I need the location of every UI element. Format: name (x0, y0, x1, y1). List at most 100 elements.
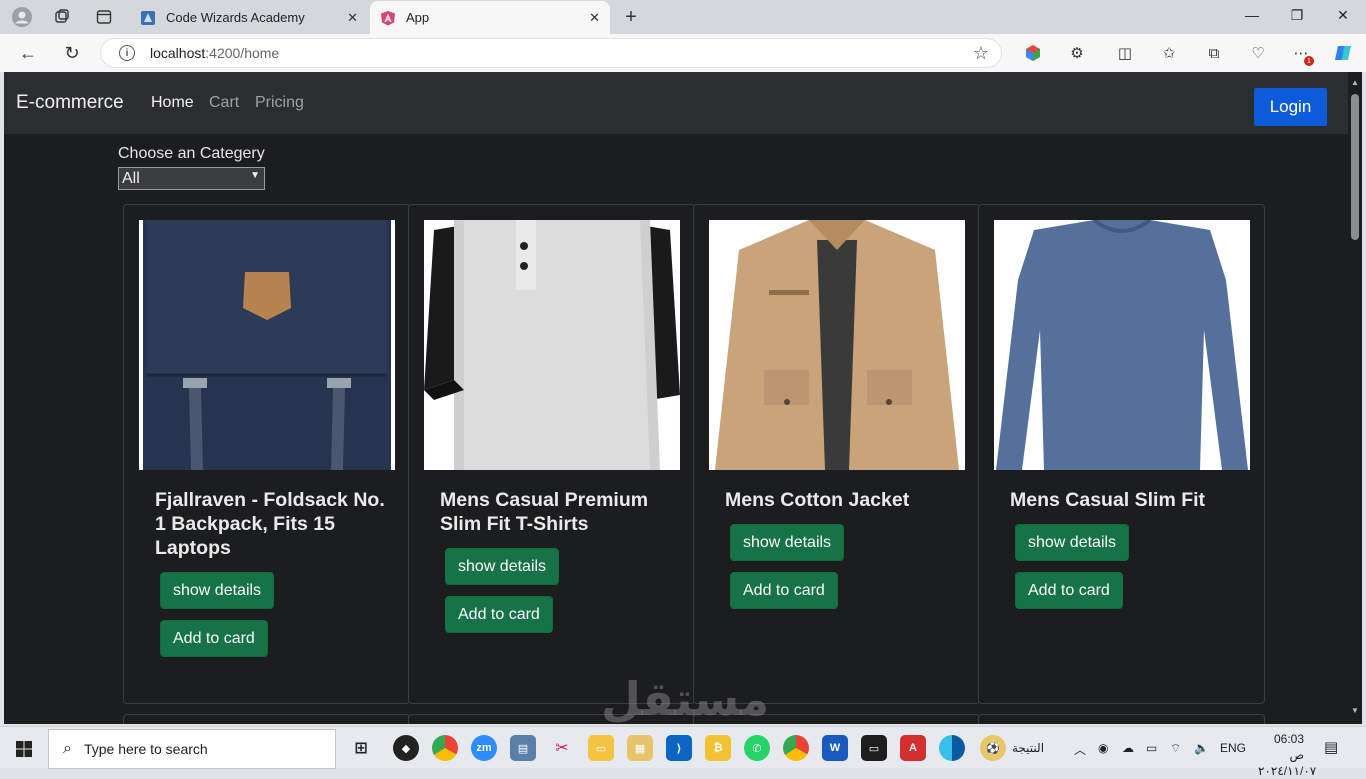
nav-cart[interactable]: Cart (209, 94, 239, 112)
collections-icon[interactable]: ⧉ (1203, 43, 1225, 63)
back-arrow-icon[interactable]: ← (16, 42, 40, 64)
tab-code-wizards[interactable]: Code Wizards Academy ✕ (130, 1, 368, 34)
control-panel-icon[interactable]: ▤ (510, 735, 536, 761)
windows-taskbar: ⌕ Type here to search ⊞ ◆ zm ▤ ✂ ▭ ▦ ⟩ ₿… (0, 726, 1366, 778)
whatsapp-icon[interactable]: ✆ (744, 735, 770, 761)
product-title: Fjallraven - Foldsack No. 1 Backpack, Fi… (155, 489, 385, 559)
nav-pricing[interactable]: Pricing (255, 94, 304, 112)
onedrive-icon[interactable]: ☁ (1122, 741, 1134, 755)
product-card (978, 714, 1265, 724)
windows-start-icon[interactable] (16, 741, 32, 757)
site-navbar: E-commerce Home Cart Pricing Login (4, 72, 1348, 134)
add-to-cart-button[interactable]: Add to card (1015, 572, 1123, 609)
site-info-icon[interactable]: i (119, 45, 135, 61)
vscode-icon[interactable]: ⟩ (666, 735, 692, 761)
notifications-icon[interactable]: ▤ (1324, 738, 1338, 756)
chrome-profile-icon[interactable] (783, 735, 809, 761)
product-image-longsleeve[interactable] (994, 220, 1250, 470)
volume-icon[interactable]: 🔈 (1194, 741, 1209, 755)
add-to-cart-button[interactable]: Add to card (730, 572, 838, 609)
show-details-button[interactable]: show details (1015, 524, 1130, 561)
product-image-backpack[interactable] (139, 220, 395, 470)
split-screen-icon[interactable]: ◫ (1114, 43, 1136, 63)
show-details-button[interactable]: show details (160, 572, 275, 609)
close-tab-icon[interactable]: ✕ (589, 10, 600, 26)
category-label: Choose an Categery (118, 145, 265, 162)
tab-app[interactable]: App ✕ (370, 1, 610, 34)
image-app-icon[interactable]: ▦ (627, 735, 653, 761)
extensions-puzzle-icon[interactable]: ⚙ (1066, 43, 1088, 63)
browser-tab-strip: Code Wizards Academy ✕ App ✕ + — ❐ ✕ (0, 0, 1366, 34)
browser-essentials-icon[interactable]: ♡ (1247, 43, 1269, 63)
product-image-tshirt[interactable] (424, 220, 680, 470)
minimize-icon[interactable]: — (1241, 7, 1263, 23)
product-image-jacket[interactable] (709, 220, 965, 470)
edge-icon[interactable] (939, 735, 965, 761)
profile-icon[interactable] (11, 6, 33, 28)
watermark-logo: مستقل (601, 673, 770, 724)
scrollbar-thumb[interactable] (1351, 94, 1359, 240)
close-window-icon[interactable]: ✕ (1332, 7, 1354, 24)
show-details-button[interactable]: show details (730, 524, 845, 561)
product-title: Mens Cotton Jacket (725, 489, 910, 511)
new-tab-button[interactable]: + (620, 6, 642, 28)
favorite-star-icon[interactable]: ☆ (973, 43, 989, 64)
product-card: Fjallraven - Foldsack No. 1 Backpack, Fi… (123, 204, 410, 704)
browser-toolbar: ← ↻ i localhost:4200/home ☆ ⚙ ◫ ✩ ⧉ ♡ ⋯ … (0, 34, 1366, 72)
meet-now-icon[interactable]: ◉ (1098, 741, 1108, 755)
chevron-down-icon: ▼ (250, 170, 260, 181)
restore-icon[interactable]: ❐ (1286, 7, 1308, 24)
code-wizards-favicon-icon (140, 10, 156, 26)
clock-date: ٢٠٢٤/١١/٠٧ (1258, 764, 1317, 778)
product-card (123, 714, 410, 724)
login-button[interactable]: Login (1254, 88, 1327, 126)
category-select[interactable]: All ▼ (118, 167, 265, 190)
snipping-tool-icon[interactable]: ✂ (549, 735, 575, 761)
app-pin-icon[interactable]: ◆ (393, 735, 419, 761)
product-title: Mens Casual Premium Slim Fit T-Shirts (440, 489, 649, 535)
weather-text[interactable]: النتيجة (1012, 741, 1044, 755)
nav-home[interactable]: Home (151, 94, 194, 112)
tab-title: Code Wizards Academy (166, 10, 305, 25)
file-explorer-icon[interactable]: ▭ (588, 735, 614, 761)
product-card: Mens Casual Slim Fit show details Add to… (978, 204, 1265, 704)
notification-badge: 1 (1304, 56, 1314, 66)
brand-logo[interactable]: E-commerce (16, 92, 124, 114)
url-text: localhost:4200/home (150, 45, 280, 61)
reload-icon[interactable]: ↻ (60, 42, 84, 64)
acrobat-icon[interactable]: A (900, 735, 926, 761)
zoom-icon[interactable]: zm (471, 735, 497, 761)
language-indicator[interactable]: ENG (1220, 741, 1246, 755)
product-card: Mens Cotton Jacket show details Add to c… (693, 204, 980, 704)
task-view-icon[interactable]: ⊞ (348, 735, 374, 761)
add-to-cart-button[interactable]: Add to card (445, 596, 553, 633)
taskbar-search[interactable]: ⌕ Type here to search (48, 729, 336, 769)
extension-cube-icon[interactable] (1022, 43, 1044, 63)
clock-time: 06:03 ص (1273, 732, 1304, 762)
taskbar-clock[interactable]: 06:03 ص ٢٠٢٤/١١/٠٧ (1258, 731, 1317, 779)
scroll-down-icon[interactable]: ▼ (1351, 706, 1359, 715)
tab-actions-icon[interactable] (93, 6, 115, 28)
add-to-cart-button[interactable]: Add to card (160, 620, 268, 657)
word-icon[interactable]: W (822, 735, 848, 761)
address-bar[interactable]: i localhost:4200/home ☆ (100, 38, 1002, 68)
favorites-icon[interactable]: ✩ (1158, 43, 1180, 63)
close-tab-icon[interactable]: ✕ (347, 10, 358, 26)
bitcoin-app-icon[interactable]: ₿ (705, 735, 731, 761)
weather-icon[interactable]: ⚽ (980, 735, 1006, 761)
wifi-icon[interactable]: ⌔ (1170, 741, 1181, 756)
search-placeholder: Type here to search (83, 741, 208, 757)
show-details-button[interactable]: show details (445, 548, 560, 585)
angular-favicon-icon (380, 10, 396, 26)
terminal-icon[interactable]: ▭ (861, 735, 887, 761)
tab-title: App (406, 10, 430, 25)
page-scrollbar[interactable]: ▲ ▼ (1348, 72, 1362, 724)
product-card: Mens Casual Premium Slim Fit T-Shirts sh… (408, 204, 695, 704)
workspaces-icon[interactable] (51, 6, 73, 28)
show-hidden-icons-icon[interactable]: ︿ (1074, 741, 1086, 758)
copilot-icon[interactable] (1332, 43, 1354, 63)
chrome-icon[interactable] (432, 735, 458, 761)
page-viewport: E-commerce Home Cart Pricing Login Choos… (4, 72, 1362, 724)
scroll-up-icon[interactable]: ▲ (1351, 78, 1359, 87)
network-adapter-icon[interactable]: ▭ (1146, 741, 1157, 755)
